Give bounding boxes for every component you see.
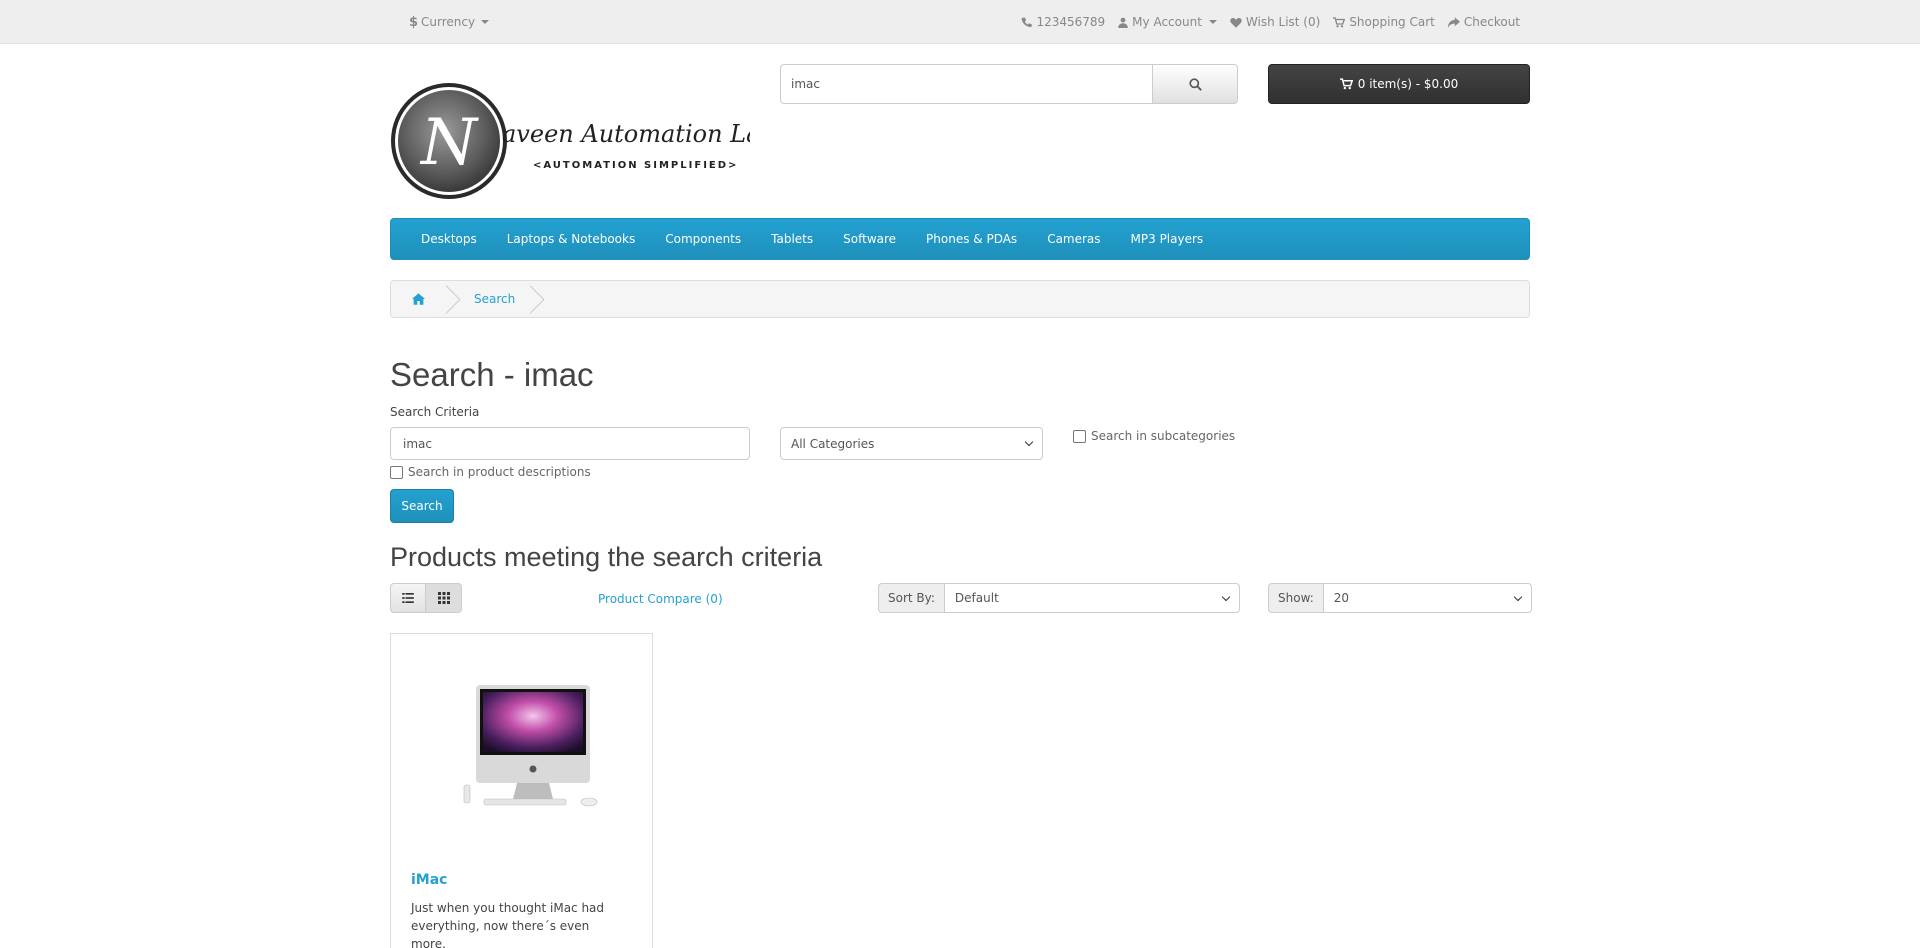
checkout-link[interactable]: Checkout [1447,15,1520,29]
grid-view-icon [437,592,450,604]
product-card: iMac Just when you thought iMac had ever… [390,633,653,948]
home-icon [412,293,425,305]
page-title: Search - imac [390,356,594,393]
search-icon [1188,77,1202,91]
breadcrumb-search[interactable]: Search [460,292,530,306]
menu-item-tablets[interactable]: Tablets [756,218,828,260]
main-menu: Desktops Laptops & Notebooks Components … [390,218,1530,260]
menu-item-phones[interactable]: Phones & PDAs [911,218,1032,260]
sort-label: Sort By: [878,583,944,613]
breadcrumb-separator [530,281,544,317]
phone-number: 123456789 [1036,15,1106,29]
wish-list-label: Wish List (0) [1245,15,1321,29]
my-account-label: My Account [1132,15,1202,29]
show-selected: 20 [1333,591,1350,605]
category-selected: All Categories [791,436,875,451]
svg-text:aveen Automation Labs: aveen Automation Labs [502,120,750,148]
menu-item-components[interactable]: Components [650,218,756,260]
menu-item-laptops[interactable]: Laptops & Notebooks [492,218,650,260]
shopping-cart-link[interactable]: Shopping Cart [1333,15,1435,29]
logo-image: N aveen Automation Labs <AUTOMATION SIMP… [391,83,788,199]
show-select[interactable]: 20 [1322,583,1532,613]
product-description: Just when you thought iMac had everythin… [411,901,605,948]
descriptions-label: Search in product descriptions [408,465,591,479]
header: N aveen Automation Labs <AUTOMATION SIMP… [390,44,1530,218]
top-links: 123456789 My Account Wish List (0) Shopp… [1021,15,1530,29]
sort-select[interactable]: Default [943,583,1240,613]
subcategories-checkbox[interactable] [1073,429,1086,443]
breadcrumb-separator [446,281,460,317]
currency-dropdown[interactable]: $ Currency [390,14,490,30]
results-toolbar: Product Compare (0) Sort By: Default Sho… [390,583,1532,613]
breadcrumb-home[interactable] [391,281,446,317]
caret-down-icon [481,20,490,24]
product-name[interactable]: iMac [411,872,447,888]
cart-icon [1333,16,1346,27]
imac-image [463,685,598,807]
search-criteria-input[interactable] [390,427,750,460]
share-icon [1447,16,1460,28]
header-search-button[interactable] [1152,64,1238,104]
category-select[interactable]: All Categories [780,427,1043,460]
shopping-cart-label: Shopping Cart [1349,15,1435,29]
chevron-down-icon [1221,592,1231,601]
sort-selected: Default [954,591,999,605]
search-button[interactable]: Search [390,489,454,523]
svg-text:<AUTOMATION SIMPLIFIED>: <AUTOMATION SIMPLIFIED> [533,160,738,171]
descriptions-option[interactable]: Search in product descriptions [390,465,1530,479]
list-view-button[interactable] [390,583,426,613]
caret-down-icon [1208,20,1217,24]
menu-item-cameras[interactable]: Cameras [1032,218,1115,260]
view-toggle [390,583,462,613]
chevron-down-icon [1024,437,1034,447]
cart-icon [1339,78,1353,90]
currency-symbol: $ [409,14,419,30]
product-compare-link[interactable]: Product Compare (0) [598,592,723,606]
heart-icon [1230,17,1242,28]
user-icon [1118,17,1128,28]
breadcrumb: Search [390,280,1530,318]
subcategories-option[interactable]: Search in subcategories [1073,429,1235,443]
show-group: Show: 20 [1268,583,1532,613]
product-image[interactable] [411,654,633,824]
subcategories-label: Search in subcategories [1091,429,1236,443]
header-search-input[interactable] [780,64,1152,104]
cart-button[interactable]: 0 item(s) - $0.00 [1268,64,1530,104]
list-view-icon [402,593,414,603]
checkout-label: Checkout [1463,15,1520,29]
top-bar: $ Currency 123456789 My Account Wish Lis… [0,0,1920,44]
currency-label: Currency [421,15,476,29]
svg-text:N: N [419,106,479,180]
my-account-link[interactable]: My Account [1118,15,1217,29]
show-label: Show: [1268,583,1323,613]
search-criteria-label: Search Criteria [390,405,480,419]
header-search [780,64,1238,104]
wish-list-link[interactable]: Wish List (0) [1230,15,1320,29]
descriptions-checkbox[interactable] [390,465,403,479]
menu-item-desktops[interactable]: Desktops [406,218,492,260]
cart-total: 0 item(s) - $0.00 [1357,77,1459,91]
phone-link[interactable]: 123456789 [1021,15,1105,29]
site-logo[interactable]: N aveen Automation Labs <AUTOMATION SIMP… [390,82,788,202]
results-heading: Products meeting the search criteria [390,542,823,572]
grid-view-button[interactable] [426,583,462,613]
criteria-row: All Categories Search in subcategories [390,427,1530,463]
menu-item-mp3-players[interactable]: MP3 Players [1116,218,1219,260]
menu-item-software[interactable]: Software [828,218,911,260]
chevron-down-icon [1513,592,1523,601]
phone-icon [1022,17,1033,27]
sort-group: Sort By: Default [878,583,1240,613]
